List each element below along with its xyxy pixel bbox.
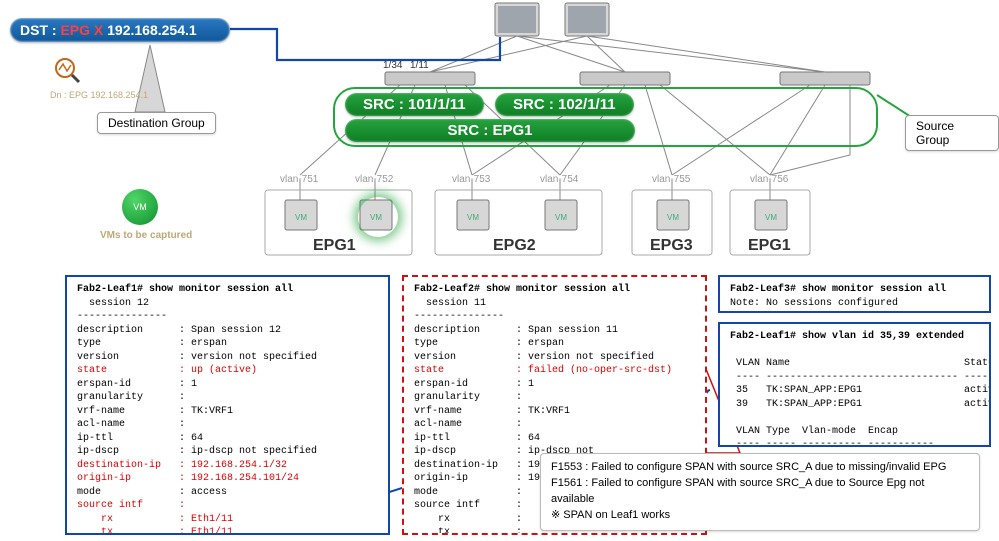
svg-text:VM: VM [555, 213, 567, 222]
epg3-label: EPG3 [650, 237, 693, 255]
err-note: ※ SPAN on Leaf1 works [551, 508, 969, 524]
error-callout: F1553 : Failed to configure SPAN with so… [540, 453, 980, 531]
epg4-label: EPG1 [748, 237, 791, 255]
terminal-leaf3-session: Fab2-Leaf3# show monitor session all Not… [718, 275, 991, 313]
terminal-leaf1-session: Fab2-Leaf1# show monitor session all ses… [65, 275, 390, 535]
t3-title: Fab2-Leaf3# show monitor session all [730, 284, 946, 295]
svg-text:VM: VM [295, 213, 307, 222]
vlan-755: vlan-755 [652, 174, 690, 185]
vlan-754: vlan-754 [540, 174, 578, 185]
vlan-752: vlan-752 [355, 174, 393, 185]
dst-pill: DST : EPG X 192.168.254.1 [10, 18, 230, 42]
vlan-751: vlan-751 [280, 174, 318, 185]
svg-text:VM: VM [667, 213, 679, 222]
sidebar-vm-icon: VM [122, 189, 158, 225]
svg-text:VM: VM [467, 213, 479, 222]
epg1-label: EPG1 [313, 237, 356, 255]
port-1-34: 1/34 [383, 60, 402, 71]
captured-vm-halo [358, 197, 398, 237]
dst-callout: Destination Group [97, 112, 216, 134]
src-pill-1: SRC : 101/1/11 [345, 93, 484, 116]
dst-prefix: DST : [20, 22, 60, 38]
svg-text:VM: VM [765, 213, 777, 222]
src-pill-2: SRC : 102/1/11 [495, 93, 634, 116]
err-f1553: F1553 : Failed to configure SPAN with so… [551, 460, 969, 476]
terminal-vlan-table: Fab2-Leaf1# show vlan id 35,39 extended … [718, 322, 991, 447]
epg2-label: EPG2 [493, 237, 536, 255]
vlan-756: vlan-756 [750, 174, 788, 185]
port-1-11: 1/11 [410, 60, 429, 71]
src-callout: Source Group [905, 115, 999, 151]
vlan-753: vlan-753 [452, 174, 490, 185]
dst-ip: 192.168.254.1 [103, 22, 196, 38]
src-pill-3: SRC : EPG1 [345, 119, 635, 142]
t3-note: Note: No sessions configured [730, 298, 898, 309]
dst-dn-label: Dn : EPG 192.168.254.1 [50, 90, 148, 100]
dst-epg: EPG X [60, 22, 103, 38]
captured-label: VMs to be captured [100, 230, 192, 241]
err-f1561: F1561 : Failed to configure SPAN with so… [551, 476, 969, 508]
